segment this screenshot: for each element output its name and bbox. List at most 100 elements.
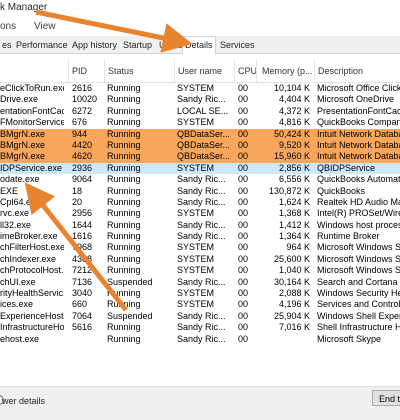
process-cpu: 00	[238, 265, 249, 276]
table-row[interactable]: rvc.exe 2956 Running SYSTEM 00 1,368 K Intel(R…	[0, 208, 400, 219]
process-memory: 30,164 K	[273, 276, 310, 287]
process-status: Running	[107, 128, 141, 139]
process-user: SYSTEM	[177, 265, 215, 276]
table-row[interactable]: odate.exe 9064 Running Sandy Ric... 00 6,556 …	[0, 174, 400, 185]
column-header-memory[interactable]: Memory (p...	[262, 66, 313, 76]
process-user: Sandy Ric...	[177, 219, 226, 230]
table-row[interactable]: Cpl64.exe 20 Running Sandy Ric... 00 1,624 K R…	[0, 197, 400, 208]
table-row[interactable]: entationFontCac... 6272 Running LOCAL SE...…	[0, 106, 400, 117]
process-memory: 964 K	[286, 242, 310, 253]
process-description: Windows Security Hea	[317, 288, 400, 299]
table-row[interactable]: chUI.exe 7136 Suspended Sandy Ric... 00 30,16…	[0, 277, 400, 288]
table-row[interactable]: ices.exe 660 Running SYSTEM 00 4,196 K Service…	[0, 299, 400, 310]
column-header-cpu[interactable]: CPU	[238, 66, 257, 76]
process-status: Running	[107, 139, 141, 150]
process-memory: 15,960 K	[273, 151, 310, 162]
table-row[interactable]: ll32.exe 1644 Running Sandy Ric... 00 1,412 K…	[0, 220, 400, 231]
table-row[interactable]: EXE 18 Running Sandy Ric... 00 130,872 K Quick…	[0, 186, 400, 197]
tab-performance[interactable]: Performance	[14, 38, 70, 52]
process-name: chFilterHost.exe	[0, 242, 64, 253]
tab-users[interactable]: Users	[157, 38, 185, 52]
table-row[interactable]: eClickToRun.exe 2616 Running SYSTEM 00 10,104…	[0, 83, 400, 94]
column-header-user[interactable]: User name	[178, 66, 222, 76]
column-header-pid[interactable]: PID	[72, 66, 87, 76]
table-row[interactable]: InfrastructureHo... 5616 Running Sandy Ric.…	[0, 322, 400, 333]
process-memory: 1,040 K	[278, 265, 310, 276]
process-cpu: 00	[238, 322, 249, 333]
process-pid: 9064	[72, 174, 93, 185]
process-status: Running	[107, 219, 141, 230]
column-divider[interactable]	[314, 60, 315, 82]
table-row[interactable]: imeBroker.exe 1616 Running Sandy Ric... 00 1,…	[0, 231, 400, 242]
process-name: InfrastructureHo...	[0, 322, 64, 333]
tab-app-history[interactable]: App history	[70, 38, 119, 52]
table-row[interactable]: chProtocolHost... 7212 Running SYSTEM 00 1,04…	[0, 265, 400, 276]
process-name: chUI.exe	[0, 276, 36, 287]
process-memory: 1,624 K	[278, 196, 310, 207]
tab-services[interactable]: Services	[218, 38, 257, 52]
column-divider[interactable]	[256, 60, 257, 82]
table-row[interactable]: chIndexer.exe 4308 Running SYSTEM 00 25,600 K…	[0, 254, 400, 265]
process-description: Intuit Network Databa	[317, 128, 400, 139]
table-row[interactable]: ehost.exe Running Sandy Ric... 00 Microsoft …	[0, 334, 400, 345]
process-name: Drive.exe	[0, 94, 39, 105]
table-row[interactable]: BMgrN.exe 4420 Running QBDataSer... 00 9,520 …	[0, 139, 400, 152]
process-status: Running	[107, 265, 141, 276]
title-bar: k Manager	[0, 0, 400, 17]
end-task-button[interactable]: End t	[372, 390, 400, 406]
process-description: Microsoft Windows Se	[317, 242, 400, 253]
process-status: Running	[107, 253, 141, 264]
table-row[interactable]: BMgrN.exe 944 Running QBDataSer... 00 50,424 …	[0, 128, 400, 140]
process-pid: 10020	[72, 94, 98, 105]
column-divider[interactable]	[104, 60, 105, 82]
process-memory: 25,600 K	[273, 253, 310, 264]
process-pid: 2956	[72, 208, 93, 219]
process-memory: 2,088 K	[278, 288, 310, 299]
menu-view[interactable]: View	[34, 21, 56, 32]
process-memory: 25,904 K	[273, 310, 310, 321]
table-row[interactable]: IDPService.exe 2936 Running SYSTEM 00 2,856 K…	[0, 162, 400, 175]
column-header-description[interactable]: Description	[318, 66, 363, 76]
tab-startup[interactable]: Startup	[121, 38, 154, 52]
process-name: ExperienceHost...	[0, 310, 64, 321]
column-divider[interactable]	[68, 60, 69, 82]
process-user: SYSTEM	[177, 83, 215, 93]
process-memory: 1,364 K	[278, 231, 310, 242]
process-cpu: 00	[238, 151, 249, 162]
process-status: Running	[107, 333, 141, 344]
column-header-status[interactable]: Status	[108, 66, 134, 76]
process-description: Microsoft Windows Se	[317, 265, 400, 276]
table-row[interactable]: FMonitorService... 676 Running SYSTEM 00 4,81…	[0, 117, 400, 128]
process-user: SYSTEM	[177, 242, 215, 253]
process-description: Services and Controller	[317, 299, 400, 310]
process-pid: 7136	[72, 276, 93, 287]
table-row[interactable]: Drive.exe 10020 Running Sandy Ric... 00 4,404…	[0, 94, 400, 105]
process-name: FMonitorService...	[0, 117, 64, 128]
process-user: SYSTEM	[177, 162, 215, 173]
column-divider[interactable]	[174, 60, 175, 82]
process-description: Windows Shell Experie	[317, 310, 400, 321]
process-description: QuickBooks Company	[317, 117, 400, 128]
fewer-details-link[interactable]: wer details	[2, 396, 45, 406]
process-cpu: 00	[238, 196, 249, 207]
process-status: Running	[107, 151, 141, 162]
table-row[interactable]: rityHealthServic... 3040 Running SYSTEM 00 2,…	[0, 288, 400, 299]
tab-processes[interactable]: es	[0, 38, 14, 52]
process-cpu: 00	[238, 105, 249, 116]
table-row[interactable]: chFilterHost.exe 7968 Running SYSTEM 00 964 K…	[0, 242, 400, 253]
tab-details[interactable]: Details	[182, 36, 216, 55]
process-description: QuickBooks	[317, 185, 366, 196]
footer-bar: wer details End t	[0, 386, 400, 420]
process-status: Running	[107, 185, 141, 196]
table-row[interactable]: ExperienceHost... 7064 Suspended Sandy Ric.…	[0, 311, 400, 322]
process-user: Sandy Ric...	[177, 174, 226, 185]
process-memory: 1,412 K	[278, 219, 310, 230]
menu-options[interactable]: ons	[0, 21, 16, 32]
process-pid: 676	[72, 117, 88, 128]
column-divider[interactable]	[234, 60, 235, 82]
process-status: Running	[107, 94, 141, 105]
process-memory: 9,520 K	[278, 139, 310, 150]
process-memory: 4,404 K	[278, 94, 310, 105]
process-memory: 2,856 K	[278, 162, 310, 173]
table-row[interactable]: BMgrN.exe 4620 Running QBDataSer... 00 15,960…	[0, 151, 400, 163]
